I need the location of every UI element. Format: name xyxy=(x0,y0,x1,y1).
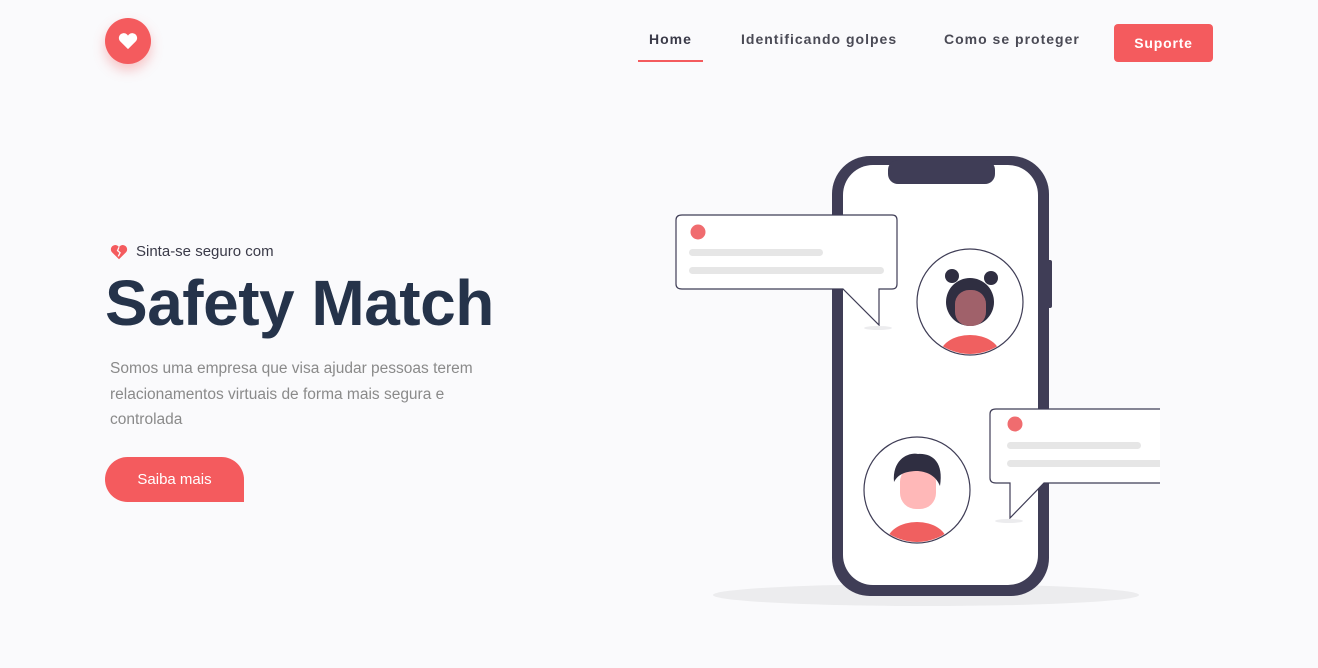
nav-active-underline xyxy=(638,60,703,62)
hero-eyebrow-text: Sinta-se seguro com xyxy=(136,243,274,260)
phone-chat-illustration xyxy=(675,156,1160,606)
chat-bubble-right xyxy=(989,408,1160,523)
saiba-mais-button[interactable]: Saiba mais xyxy=(105,457,244,502)
page-title: Safety Match xyxy=(105,267,494,339)
phone-notch xyxy=(888,160,995,184)
hero-eyebrow: Sinta-se seguro com xyxy=(110,243,274,260)
support-button[interactable]: Suporte xyxy=(1114,24,1213,62)
site-header: Home Identificando golpes Como se proteg… xyxy=(0,0,1318,84)
nav-home[interactable]: Home xyxy=(649,31,692,47)
heart-icon xyxy=(118,33,138,50)
broken-heart-icon xyxy=(110,244,128,259)
nav-como-se-proteger[interactable]: Como se proteger xyxy=(944,31,1080,47)
nav-identificando-golpes[interactable]: Identificando golpes xyxy=(741,31,897,47)
hero-description: Somos uma empresa que visa ajudar pessoa… xyxy=(110,360,473,428)
logo[interactable] xyxy=(105,18,151,64)
